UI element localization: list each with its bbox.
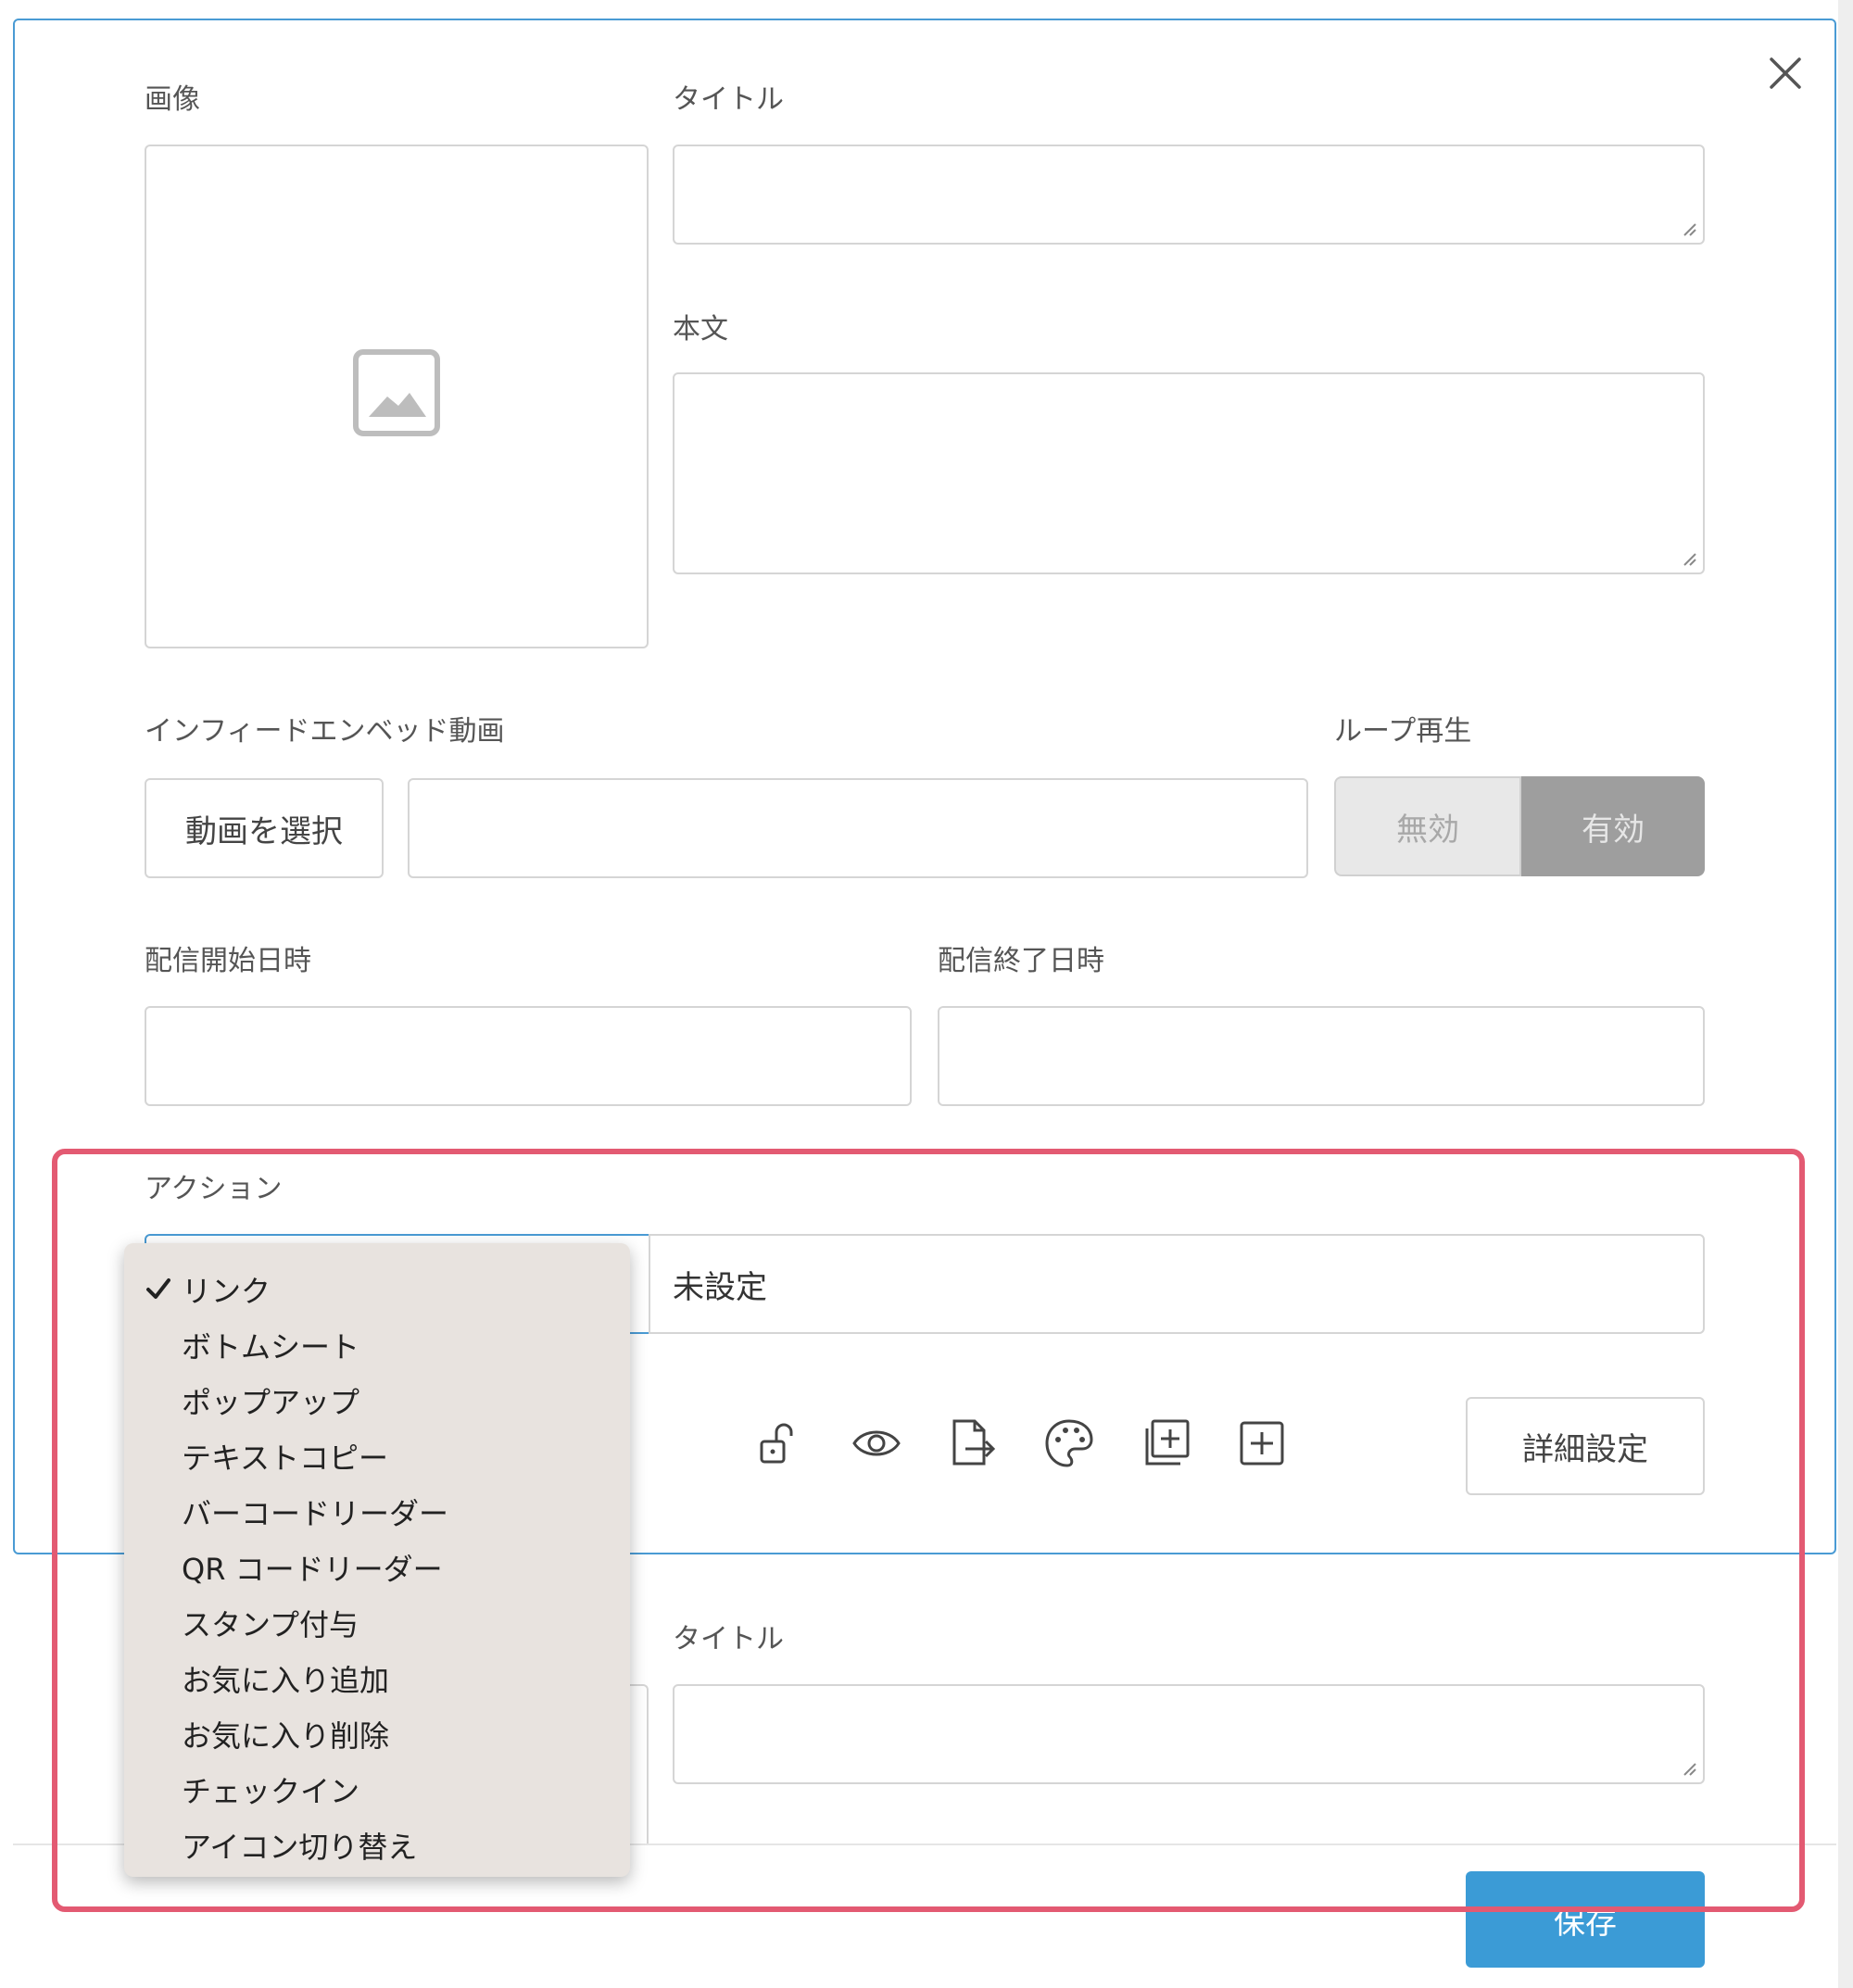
menu-item-label: お気に入り追加 [182,1663,390,1698]
menu-item-link[interactable]: リンク [124,1262,630,1317]
end-datetime-input[interactable] [938,1006,1705,1106]
title-input[interactable] [673,145,1705,245]
menu-item-check-in[interactable]: チェックイン [124,1762,630,1818]
image-upload-area[interactable] [145,145,649,648]
menu-item-label: チェックイン [182,1774,360,1809]
menu-item-popup[interactable]: ポップアップ [124,1373,630,1428]
save-button[interactable]: 保存 [1466,1871,1705,1968]
body-textarea[interactable] [673,372,1705,574]
image-placeholder-icon [352,348,441,441]
menu-item-label: QR コードリーダー [182,1552,443,1587]
eye-icon[interactable] [849,1416,904,1471]
page-gutter [1838,0,1853,1988]
menu-item-favorite-add[interactable]: お気に入り追加 [124,1651,630,1706]
menu-item-label: お気に入り削除 [182,1718,390,1754]
unlock-icon[interactable] [752,1416,808,1471]
image-label: 画像 [145,83,200,116]
loop-on-button[interactable]: 有効 [1521,776,1705,876]
body-label: 本文 [673,313,728,346]
menu-item-qr-reader[interactable]: QR コードリーダー [124,1540,630,1595]
close-icon[interactable] [1764,52,1807,94]
end-datetime-label: 配信終了日時 [938,945,1104,977]
menu-item-icon-toggle[interactable]: アイコン切り替え [124,1818,630,1873]
start-datetime-label: 配信開始日時 [145,945,311,977]
checkmark-icon [146,1278,170,1299]
menu-item-stamp[interactable]: スタンプ付与 [124,1595,630,1651]
video-label: インフィードエンベッド動画 [145,715,505,748]
menu-item-label: ポップアップ [182,1385,360,1420]
resize-grip-icon[interactable] [1681,220,1697,237]
menu-item-label: スタンプ付与 [182,1607,359,1642]
title-input-2[interactable] [673,1684,1705,1784]
menu-item-favorite-remove[interactable]: お気に入り削除 [124,1706,630,1762]
select-video-button[interactable]: 動画を選択 [145,778,384,878]
loop-off-button[interactable]: 無効 [1334,776,1521,876]
action-label: アクション [145,1173,283,1205]
title-label: タイトル [673,83,784,116]
action-type-dropdown-menu: リンク ボトムシート ポップアップ テキストコピー バーコードリーダー QR コ… [124,1243,630,1877]
menu-item-label: ボトムシート [182,1329,360,1365]
details-settings-button[interactable]: 詳細設定 [1466,1397,1705,1495]
palette-icon[interactable] [1041,1416,1097,1471]
file-export-icon[interactable] [945,1416,1001,1471]
video-url-input[interactable] [408,778,1308,878]
menu-item-label: リンク [182,1274,271,1309]
menu-item-label: テキストコピー [182,1441,389,1476]
menu-item-label: アイコン切り替え [182,1830,418,1865]
menu-item-barcode-reader[interactable]: バーコードリーダー [124,1484,630,1540]
action-value-text: 未設定 [673,1268,767,1306]
menu-item-bottom-sheet[interactable]: ボトムシート [124,1317,630,1373]
add-square-icon[interactable] [1234,1416,1290,1471]
start-datetime-input[interactable] [145,1006,912,1106]
title-label-2: タイトル [673,1623,784,1655]
menu-item-label: バーコードリーダー [182,1496,449,1531]
menu-item-text-copy[interactable]: テキストコピー [124,1428,630,1484]
resize-grip-icon[interactable] [1681,1760,1697,1777]
loop-label: ループ再生 [1334,715,1472,748]
resize-grip-icon[interactable] [1681,550,1697,567]
action-value-field[interactable]: 未設定 [649,1234,1705,1334]
copy-add-icon[interactable] [1138,1416,1193,1471]
